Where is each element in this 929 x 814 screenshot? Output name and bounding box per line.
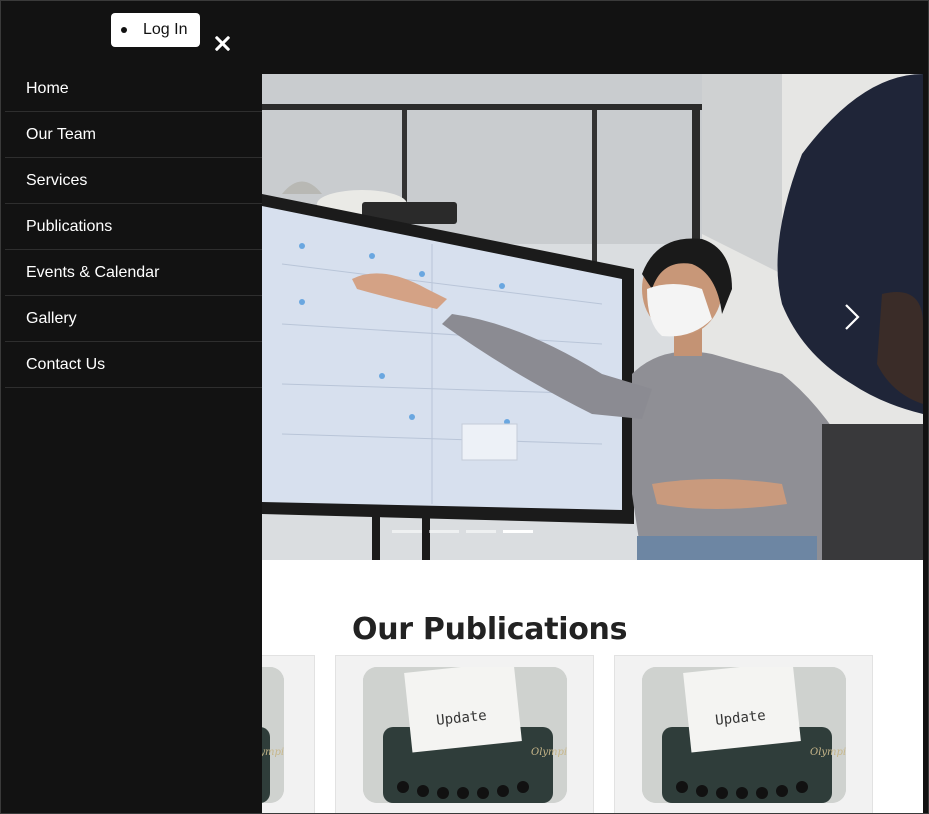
publication-card[interactable]: Update Olympia: [614, 655, 873, 813]
close-icon[interactable]: [211, 31, 235, 55]
publication-thumbnail: Olympia: [262, 667, 284, 803]
login-label: Log In: [143, 21, 188, 38]
carousel-indicator-active[interactable]: [503, 530, 533, 533]
bullet-icon: [121, 27, 127, 33]
sidebar-item-publications[interactable]: Publications: [5, 204, 262, 250]
sidebar-item-contact-us[interactable]: Contact Us: [5, 342, 262, 388]
carousel-indicator[interactable]: [429, 530, 459, 533]
publication-card[interactable]: Update Olympia: [335, 655, 594, 813]
sidebar-item-home[interactable]: Home: [5, 66, 262, 112]
window-edge: [923, 1, 928, 813]
hero-image: [262, 74, 923, 560]
hero-carousel: [262, 74, 923, 560]
sidebar-item-events-calendar[interactable]: Events & Calendar: [5, 250, 262, 296]
publication-card[interactable]: Olympia: [262, 655, 315, 813]
sidebar-menu: Home Our Team Services Publications Even…: [5, 66, 262, 813]
sidebar-item-our-team[interactable]: Our Team: [5, 112, 262, 158]
carousel-indicator[interactable]: [392, 530, 422, 533]
section-title: Our Publications: [352, 612, 628, 647]
typewriter-brand: Olympia: [810, 747, 846, 758]
top-bar: Log In: [1, 1, 928, 74]
sidebar-item-services[interactable]: Services: [5, 158, 262, 204]
chevron-right-icon[interactable]: [841, 302, 863, 332]
publication-thumbnail: Update Olympia: [642, 667, 846, 803]
main-content: Our Publications Olympia: [262, 74, 923, 813]
sidebar-item-gallery[interactable]: Gallery: [5, 296, 262, 342]
carousel-indicators: [392, 530, 533, 533]
typewriter-brand: Olympia: [531, 747, 567, 758]
login-button[interactable]: Log In: [111, 13, 200, 47]
typewriter-brand: Olympia: [262, 747, 284, 758]
publication-thumbnail: Update Olympia: [363, 667, 567, 803]
carousel-indicator[interactable]: [466, 530, 496, 533]
app-window: Log In Home Our Team Services Publicatio…: [0, 0, 929, 814]
